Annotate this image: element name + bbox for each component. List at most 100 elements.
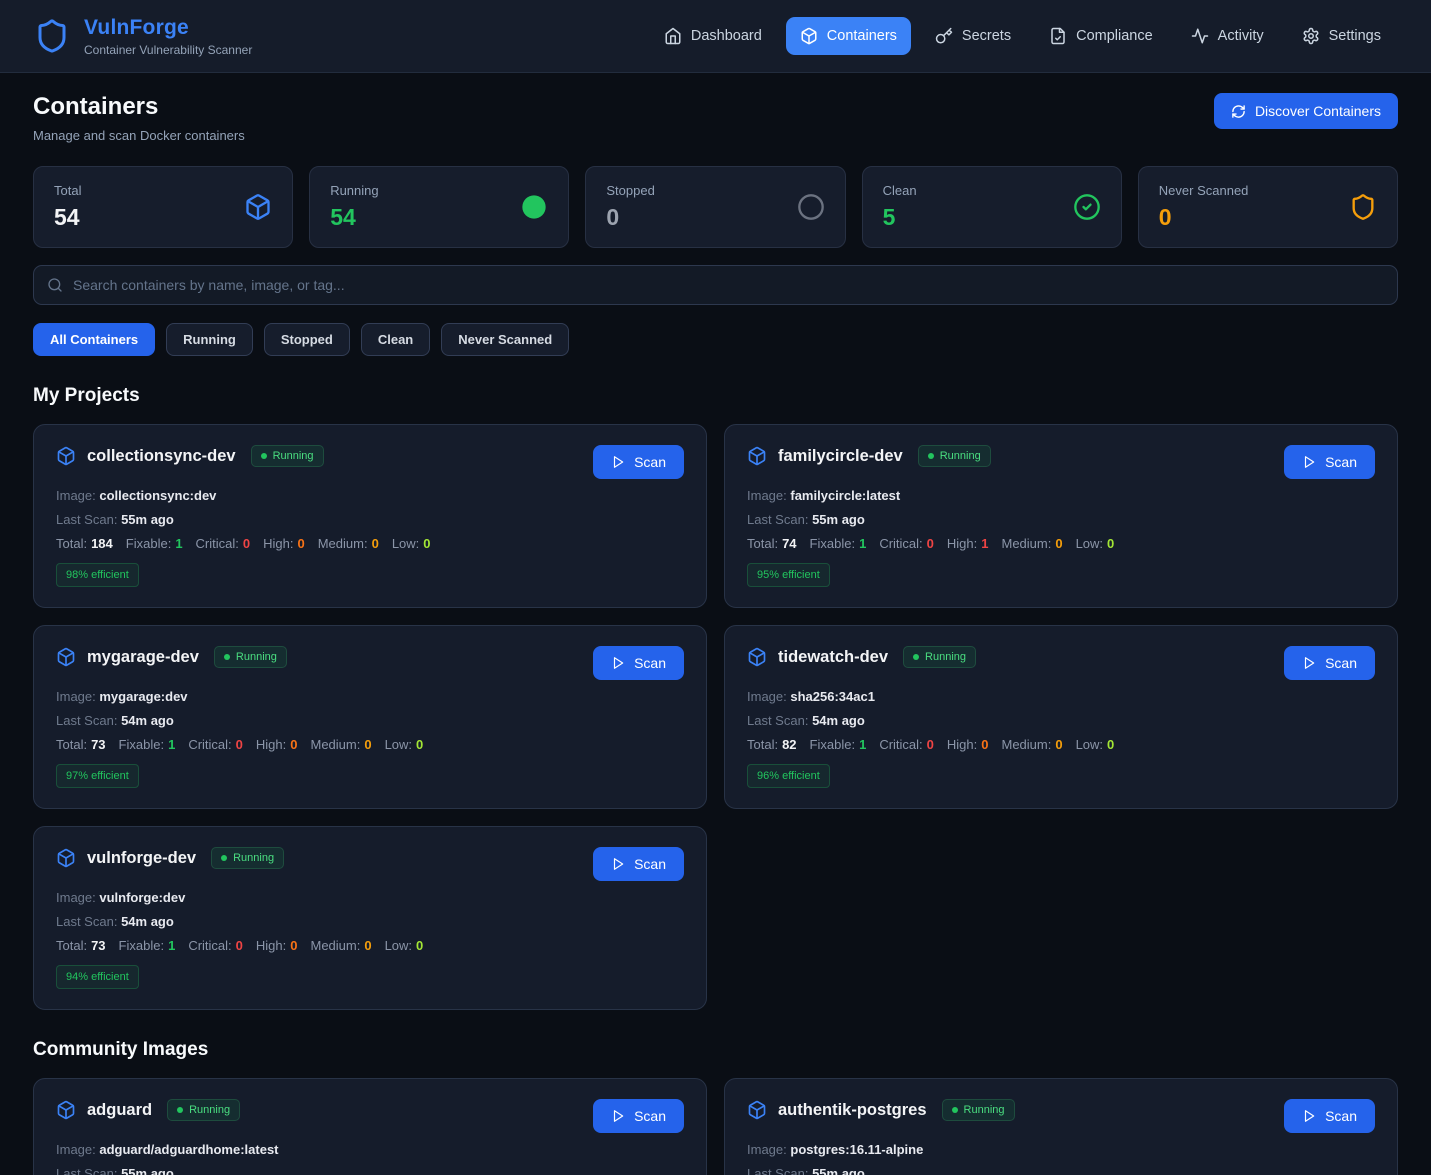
cards-grid: collectionsync-dev Running Scan Image: c… (33, 424, 1398, 1010)
vuln-medium: Medium:0 (318, 536, 379, 551)
vuln-fixable: Fixable:1 (126, 536, 183, 551)
nav-item-compliance[interactable]: Compliance (1035, 17, 1167, 55)
status-badge: Running (251, 445, 324, 467)
nav-item-label: Containers (827, 28, 897, 44)
container-card: mygarage-dev Running Scan Image: mygarag… (33, 625, 707, 809)
nav-item-secrets[interactable]: Secrets (921, 17, 1025, 55)
vuln-summary: Total:82 Fixable:1 Critical:0 High:0 Med… (747, 737, 1375, 752)
vuln-high: High:0 (256, 737, 298, 752)
scan-label: Scan (1325, 1108, 1357, 1124)
nav-item-settings[interactable]: Settings (1288, 17, 1395, 55)
last-scan-value: 54m ago (121, 914, 174, 929)
stat-value: 0 (606, 204, 654, 231)
scan-label: Scan (1325, 454, 1357, 470)
container-name: mygarage-dev (87, 648, 199, 667)
vuln-medium: Medium:0 (310, 938, 371, 953)
page-subtitle: Manage and scan Docker containers (33, 128, 245, 143)
filter-running[interactable]: Running (166, 323, 253, 356)
status-dot-icon (261, 453, 267, 459)
image-line: Image: mygarage:dev (56, 689, 684, 704)
stat-card-total: Total 54 (33, 166, 293, 248)
last-scan-label: Last Scan: (747, 512, 808, 527)
filter-stopped[interactable]: Stopped (264, 323, 350, 356)
vuln-total: Total:74 (747, 536, 797, 551)
image-label: Image: (56, 689, 96, 704)
vuln-total: Total:184 (56, 536, 113, 551)
section-title: Community Images (33, 1039, 1398, 1061)
discover-containers-label: Discover Containers (1255, 103, 1381, 119)
stat-value: 0 (1159, 204, 1249, 231)
search-bar (33, 265, 1398, 305)
container-card: tidewatch-dev Running Scan Image: sha256… (724, 625, 1398, 809)
scan-label: Scan (634, 454, 666, 470)
vuln-fixable: Fixable:1 (810, 737, 867, 752)
container-card: vulnforge-dev Running Scan Image: vulnfo… (33, 826, 707, 1010)
filter-never-scanned[interactable]: Never Scanned (441, 323, 569, 356)
scan-button[interactable]: Scan (593, 445, 684, 479)
image-value: postgres:16.11-alpine (790, 1142, 923, 1157)
status-badge: Running (211, 847, 284, 869)
image-line: Image: adguard/adguardhome:latest (56, 1142, 684, 1157)
image-label: Image: (56, 1142, 96, 1157)
status-badge: Running (214, 646, 287, 668)
scan-button[interactable]: Scan (593, 1099, 684, 1133)
filter-clean[interactable]: Clean (361, 323, 430, 356)
status-label: Running (273, 450, 314, 462)
search-input[interactable] (73, 277, 1384, 293)
app-tagline: Container Vulnerability Scanner (84, 43, 252, 57)
container-card: adguard Running Scan Image: adguard/adgu… (33, 1078, 707, 1175)
stat-card-clean: Clean 5 (862, 166, 1122, 248)
image-value: familycircle:latest (790, 488, 900, 503)
main-nav: Dashboard Containers Secrets Compliance … (650, 17, 1395, 55)
vuln-critical: Critical:0 (879, 737, 934, 752)
status-badge: Running (942, 1099, 1015, 1121)
play-icon (611, 455, 625, 469)
last-scan-value: 55m ago (121, 1166, 174, 1175)
scan-button[interactable]: Scan (1284, 445, 1375, 479)
scan-button[interactable]: Scan (593, 646, 684, 680)
filter-chips: All Containers Running Stopped Clean Never S… (33, 323, 1398, 356)
last-scan-label: Last Scan: (56, 512, 117, 527)
discover-containers-button[interactable]: Discover Containers (1214, 93, 1398, 129)
nav-item-dashboard[interactable]: Dashboard (650, 17, 776, 55)
scan-label: Scan (634, 655, 666, 671)
status-dot-icon (224, 654, 230, 660)
stat-value: 54 (54, 204, 81, 231)
vuln-critical: Critical:0 (879, 536, 934, 551)
nav-item-containers[interactable]: Containers (786, 17, 911, 55)
image-line: Image: collectionsync:dev (56, 488, 684, 503)
efficiency-badge: 94% efficient (56, 965, 139, 989)
last-scan-label: Last Scan: (747, 713, 808, 728)
image-value: vulnforge:dev (99, 890, 185, 905)
status-label: Running (233, 852, 274, 864)
vuln-summary: Total:73 Fixable:1 Critical:0 High:0 Med… (56, 737, 684, 752)
stat-value: 5 (883, 204, 917, 231)
last-scan-line: Last Scan: 54m ago (56, 713, 684, 728)
vuln-fixable: Fixable:1 (810, 536, 867, 551)
scan-label: Scan (634, 856, 666, 872)
status-badge: Running (918, 445, 991, 467)
vuln-critical: Critical:0 (188, 938, 243, 953)
vuln-high: High:0 (947, 737, 989, 752)
filter-all-containers[interactable]: All Containers (33, 323, 155, 356)
play-icon (1302, 1109, 1316, 1123)
scan-button[interactable]: Scan (1284, 646, 1375, 680)
status-badge: Running (903, 646, 976, 668)
cards-grid: adguard Running Scan Image: adguard/adgu… (33, 1078, 1398, 1175)
status-dot-icon (952, 1107, 958, 1113)
scan-button[interactable]: Scan (593, 847, 684, 881)
box-icon (56, 647, 76, 667)
play-icon (611, 1109, 625, 1123)
scan-button[interactable]: Scan (1284, 1099, 1375, 1133)
vuln-fixable: Fixable:1 (119, 938, 176, 953)
status-dot-icon (913, 654, 919, 660)
stats-row: Total 54 Running 54 Stopped 0 Clean 5 Ne… (33, 166, 1398, 248)
container-name: tidewatch-dev (778, 648, 888, 667)
container-name: adguard (87, 1101, 152, 1120)
activity-icon (1191, 27, 1209, 45)
image-value: adguard/adguardhome:latest (99, 1142, 278, 1157)
nav-item-activity[interactable]: Activity (1177, 17, 1278, 55)
box-icon (747, 446, 767, 466)
image-label: Image: (56, 890, 96, 905)
box-icon (800, 27, 818, 45)
